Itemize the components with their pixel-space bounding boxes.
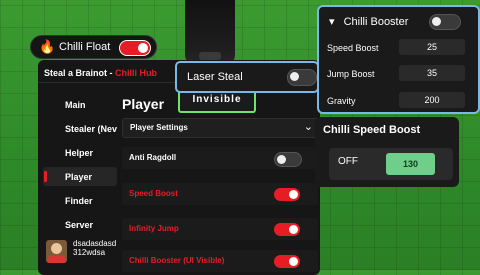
profile-name: dsadasdasd312wdsa bbox=[73, 239, 117, 257]
booster-jump-input[interactable]: 35 bbox=[399, 65, 465, 81]
dropdown-label: Player Settings bbox=[130, 123, 188, 132]
toggle-knob bbox=[290, 72, 299, 81]
booster-jump-label: Jump Boost bbox=[327, 69, 375, 79]
anti-ragdoll-label: Anti Ragdoll bbox=[129, 153, 177, 162]
toggle-knob bbox=[432, 17, 441, 26]
hub-title: Steal a Brainot - Chilli Hub bbox=[44, 68, 157, 78]
hub-title-brand: Chilli Hub bbox=[115, 68, 158, 78]
nav-item-finder[interactable]: Finder bbox=[65, 196, 93, 206]
booster-title: Chilli Booster bbox=[343, 16, 409, 28]
laser-steal-panel: Laser Steal bbox=[175, 61, 319, 93]
chilli-booster-panel: ▾ Chilli Booster Speed Boost 25 Jump Boo… bbox=[317, 5, 480, 114]
chilli-booster-ui-toggle[interactable] bbox=[274, 255, 300, 268]
speed-boost-control: OFF 130 bbox=[329, 148, 453, 180]
infinity-jump-label: Infinity Jump bbox=[129, 224, 179, 233]
user-profile: dsadasdasd312wdsa bbox=[43, 235, 117, 270]
anti-ragdoll-row: Anti Ragdoll bbox=[122, 147, 318, 169]
toggle-knob bbox=[289, 190, 298, 199]
player-character bbox=[185, 0, 235, 65]
toggle-knob bbox=[289, 225, 298, 234]
collapse-arrow-icon: ▾ bbox=[329, 16, 335, 28]
infinity-jump-row: Infinity Jump bbox=[122, 218, 318, 240]
chilli-booster-ui-row: Chilli Booster (UI Visible) bbox=[122, 250, 318, 272]
chilli-booster-ui-label: Chilli Booster (UI Visible) bbox=[129, 256, 225, 265]
section-title: Player bbox=[122, 96, 165, 112]
speed-boost-title: Chilli Speed Boost bbox=[323, 124, 421, 136]
chilli-float-pill: 🔥 Chilli Float bbox=[30, 35, 157, 59]
nav-item-helper[interactable]: Helper bbox=[65, 148, 93, 158]
booster-speed-label: Speed Boost bbox=[327, 43, 379, 53]
speed-boost-row: Speed Boost bbox=[122, 183, 318, 205]
chilli-speed-boost-panel: Chilli Speed Boost OFF 130 bbox=[315, 117, 459, 187]
booster-header[interactable]: ▾ Chilli Booster bbox=[329, 15, 408, 28]
fire-icon: 🔥 bbox=[39, 39, 56, 54]
toggle-knob bbox=[289, 257, 298, 266]
booster-speed-input[interactable]: 25 bbox=[399, 39, 465, 55]
booster-gravity-label: Gravity bbox=[327, 96, 356, 106]
speed-boost-toggle[interactable] bbox=[274, 188, 300, 201]
laser-steal-label: Laser Steal bbox=[187, 71, 243, 83]
booster-toggle[interactable] bbox=[429, 14, 461, 30]
toggle-knob bbox=[138, 43, 148, 53]
avatar bbox=[46, 240, 67, 263]
laser-steal-toggle[interactable] bbox=[287, 69, 317, 86]
chilli-float-label: Chilli Float bbox=[59, 41, 111, 53]
speed-boost-value-input[interactable]: 130 bbox=[386, 153, 435, 175]
player-settings-dropdown[interactable]: Player Settings ⌄ bbox=[122, 118, 320, 138]
nav-item-server[interactable]: Server bbox=[65, 220, 93, 230]
chilli-float-toggle[interactable] bbox=[119, 40, 151, 56]
nav-item-main[interactable]: Main bbox=[65, 100, 86, 110]
nav-item-stealer[interactable]: Stealer (Nev bbox=[65, 124, 117, 134]
speed-boost-status-button[interactable]: OFF bbox=[338, 156, 358, 167]
nav-item-player[interactable]: Player bbox=[65, 172, 92, 182]
speed-boost-label: Speed Boost bbox=[129, 189, 178, 198]
nav-active-indicator bbox=[44, 171, 47, 182]
hub-title-game: Steal a Brainot - bbox=[44, 68, 116, 78]
anti-ragdoll-toggle[interactable] bbox=[274, 152, 302, 167]
toggle-knob bbox=[277, 155, 286, 164]
infinity-jump-toggle[interactable] bbox=[274, 223, 300, 236]
chevron-down-icon: ⌄ bbox=[303, 121, 313, 133]
booster-gravity-input[interactable]: 200 bbox=[399, 92, 465, 108]
